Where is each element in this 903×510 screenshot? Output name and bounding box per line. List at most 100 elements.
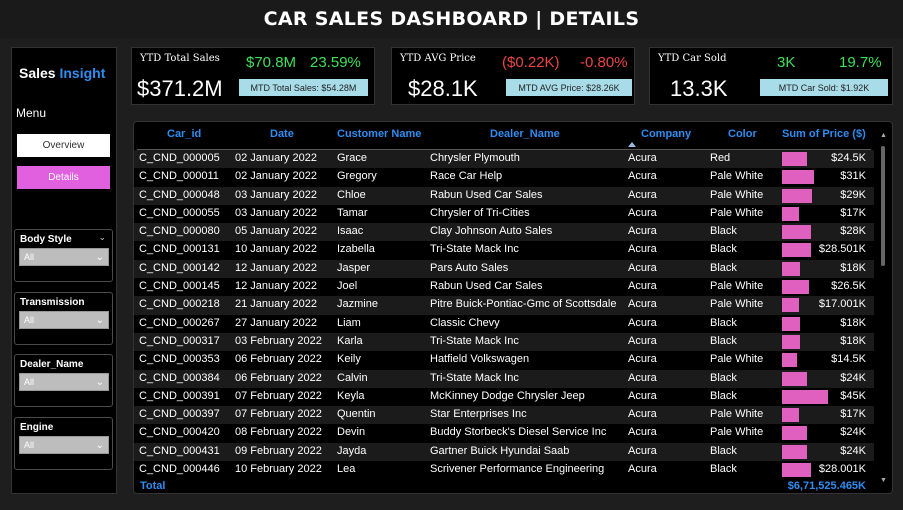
slicer-label: Dealer_Name xyxy=(20,359,84,370)
cell-date: 02 January 2022 xyxy=(235,152,317,164)
body-style-dropdown[interactable]: All ⌄ xyxy=(19,248,109,266)
column-header-price[interactable]: Sum of Price ($) xyxy=(782,128,866,140)
kpi-pct-change: -0.80% xyxy=(580,54,628,71)
cell-customer-name: Keily xyxy=(337,353,361,366)
brand-word-2: Insight xyxy=(59,65,106,81)
scroll-thumb[interactable] xyxy=(881,146,885,266)
title-bar: CAR SALES DASHBOARD | DETAILS xyxy=(0,0,903,38)
slicer-body-style: Body Style ⌄ All ⌄ xyxy=(14,229,113,282)
menu-label: Menu xyxy=(16,106,47,120)
price-data-bar xyxy=(782,225,811,240)
table-row[interactable]: C_CND_000131 10 January 2022 Izabella Tri-S… xyxy=(134,241,874,259)
cell-color: Black xyxy=(710,243,737,256)
cell-color: Pale White xyxy=(710,188,764,201)
cell-dealer-name: Scrivener Performance Engineering xyxy=(430,463,605,476)
cell-company: Acura xyxy=(628,243,657,256)
column-header-dealer-name[interactable]: Dealer_Name xyxy=(490,128,560,140)
cell-company: Acura xyxy=(628,206,657,219)
cell-customer-name: Gregory xyxy=(337,170,377,183)
cell-car-id: C_CND_000131 xyxy=(139,243,220,256)
cell-company: Acura xyxy=(628,170,657,183)
table-row[interactable]: C_CND_000397 07 February 2022 Quentin Star … xyxy=(134,406,874,425)
sort-ascending-icon[interactable] xyxy=(628,142,636,147)
cell-car-id: C_CND_000080 xyxy=(139,225,220,238)
cell-car-id: C_CND_000055 xyxy=(139,206,220,219)
cell-price: $29K xyxy=(840,188,866,201)
column-header-date[interactable]: Date xyxy=(270,128,294,140)
table-row[interactable]: C_CND_000431 09 February 2022 Jayda Gartner… xyxy=(134,442,874,462)
cell-color: Pale White xyxy=(710,298,764,311)
table-row[interactable]: C_CND_000011 02 January 2022 Gregory Race C… xyxy=(134,168,874,186)
column-header-company[interactable]: Company xyxy=(641,128,691,140)
slicer-label: Engine xyxy=(20,422,54,433)
brand-logo: Sales Insight xyxy=(19,65,105,81)
dealer-name-dropdown[interactable]: All ⌄ xyxy=(19,373,109,391)
column-header-color[interactable]: Color xyxy=(728,128,757,140)
cell-dealer-name: Rabun Used Car Sales xyxy=(430,188,543,201)
cell-price: $17K xyxy=(840,408,866,421)
cell-color: Black xyxy=(710,225,737,238)
overview-button[interactable]: Overview xyxy=(17,134,110,157)
scroll-down-icon[interactable]: ▼ xyxy=(880,477,887,484)
table-scrollbar[interactable]: ▲ ▼ xyxy=(880,132,887,484)
slicer-transmission: Transmission All ⌄ xyxy=(14,292,113,345)
cell-price: $24K xyxy=(840,426,866,439)
price-data-bar xyxy=(782,170,814,185)
price-data-bar xyxy=(782,426,807,441)
details-button[interactable]: Details xyxy=(17,166,110,189)
cell-dealer-name: Tri-State Mack Inc xyxy=(430,371,519,384)
cell-car-id: C_CND_000142 xyxy=(139,261,220,274)
cell-company: Acura xyxy=(628,463,657,476)
cell-price: $17K xyxy=(840,206,866,219)
cell-dealer-name: Gartner Buick Hyundai Saab xyxy=(430,444,570,457)
cell-color: Black xyxy=(710,371,737,384)
cell-date: 21 January 2022 xyxy=(235,298,317,311)
table-row[interactable]: C_CND_000384 06 February 2022 Calvin Tri-St… xyxy=(134,369,874,388)
table-row[interactable]: C_CND_000218 21 January 2022 Jazmine Pitre … xyxy=(134,296,874,315)
table-row[interactable]: C_CND_000048 03 January 2022 Chloe Rabun Us… xyxy=(134,186,874,205)
cell-car-id: C_CND_000397 xyxy=(139,408,220,421)
engine-dropdown[interactable]: All ⌄ xyxy=(19,436,109,454)
scroll-up-icon[interactable]: ▲ xyxy=(880,132,887,139)
cell-company: Acura xyxy=(628,152,657,164)
cell-car-id: C_CND_000011 xyxy=(139,170,219,183)
table-row[interactable]: C_CND_000446 10 February 2022 Lea Scrivener… xyxy=(134,461,874,479)
dropdown-value: All xyxy=(24,440,35,450)
table-row[interactable]: C_CND_000055 03 January 2022 Tamar Chrysler… xyxy=(134,205,874,223)
cell-dealer-name: Chrysler of Tri-Cities xyxy=(430,206,530,219)
cell-car-id: C_CND_000446 xyxy=(139,463,220,476)
table-row[interactable]: C_CND_000145 12 January 2022 Joel Rabun Use… xyxy=(134,278,874,296)
column-header-car-id[interactable]: Car_id xyxy=(167,128,201,140)
table-row[interactable]: C_CND_000317 03 February 2022 Karla Tri-Sta… xyxy=(134,332,874,352)
table-row[interactable]: C_CND_000267 27 January 2022 Liam Classic C… xyxy=(134,315,874,333)
table-row[interactable]: C_CND_000005 02 January 2022 Grace Chrysler… xyxy=(134,150,874,169)
cell-date: 03 February 2022 xyxy=(235,334,322,347)
cell-price: $26.5K xyxy=(831,280,866,293)
kpi-cars-sold: YTD Car Sold 13.3K 3K 19.7% MTD Car Sold… xyxy=(649,47,893,105)
price-data-bar xyxy=(782,206,799,221)
cell-company: Acura xyxy=(628,444,657,457)
cell-dealer-name: Buddy Storbeck's Diesel Service Inc xyxy=(430,426,607,439)
cell-date: 10 February 2022 xyxy=(235,463,322,476)
kpi-main-value: 13.3K xyxy=(670,76,728,101)
cell-dealer-name: Tri-State Mack Inc xyxy=(430,334,519,347)
cell-color: Red xyxy=(710,152,731,164)
chevron-down-icon[interactable]: ⌄ xyxy=(98,232,106,243)
cell-customer-name: Lea xyxy=(337,463,356,476)
table-row[interactable]: C_CND_000142 12 January 2022 Jasper Pars Au… xyxy=(134,259,874,279)
column-header-customer-name[interactable]: Customer Name xyxy=(337,128,421,140)
cell-price: $31K xyxy=(840,170,866,183)
table-row[interactable]: C_CND_000353 06 February 2022 Keily Hatfiel… xyxy=(134,351,874,369)
table-row[interactable]: C_CND_000420 08 February 2022 Devin Buddy S… xyxy=(134,424,874,442)
cell-company: Acura xyxy=(628,389,657,402)
transmission-dropdown[interactable]: All ⌄ xyxy=(19,311,109,329)
table-row[interactable]: C_CND_000080 05 January 2022 Isaac Clay Joh… xyxy=(134,223,874,242)
kpi-ytd-value: 3K xyxy=(777,54,796,71)
chevron-down-icon: ⌄ xyxy=(95,376,104,388)
cell-dealer-name: McKinney Dodge Chrysler Jeep xyxy=(430,389,585,402)
slicer-engine: Engine All ⌄ xyxy=(14,417,113,470)
dropdown-value: All xyxy=(24,252,35,262)
table-row[interactable]: C_CND_000391 07 February 2022 Keyla McKinne… xyxy=(134,388,874,406)
cell-dealer-name: Rabun Used Car Sales xyxy=(430,280,543,293)
cell-customer-name: Quentin xyxy=(337,408,376,421)
